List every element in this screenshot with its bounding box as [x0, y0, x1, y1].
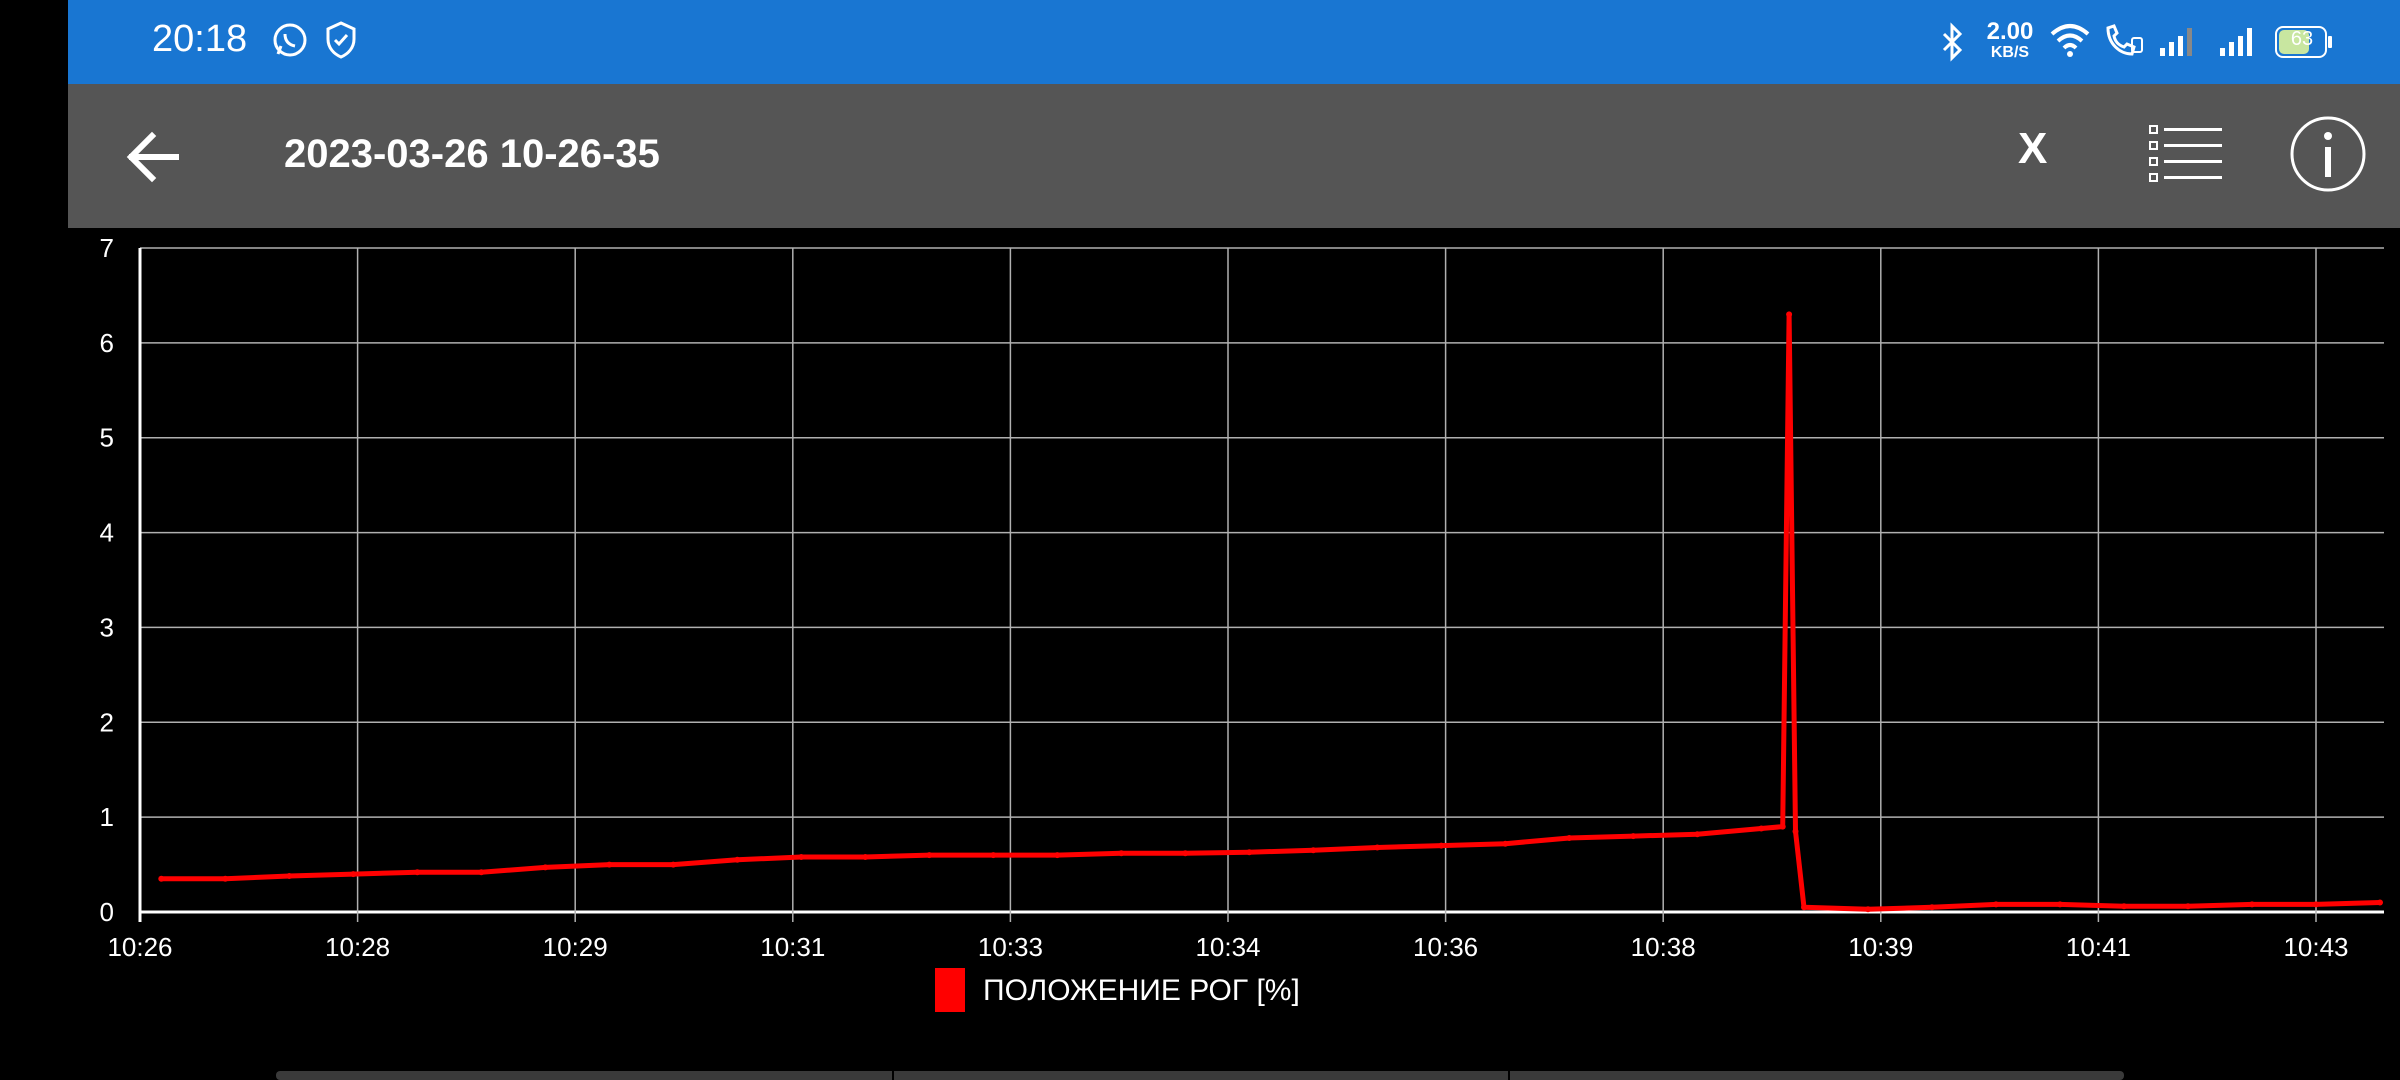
data-point — [734, 856, 741, 863]
arrow-back-icon — [126, 131, 179, 183]
series-line — [161, 311, 2381, 912]
y-tick-label: 1 — [100, 802, 114, 832]
x-tick-label: 10:33 — [978, 932, 1043, 962]
y-tick-label: 5 — [100, 423, 114, 453]
y-tick-label: 2 — [100, 707, 114, 737]
x-tick-label: 10:41 — [2066, 932, 2131, 962]
x-tick-label: 10:28 — [325, 932, 390, 962]
wifi-calling-icon — [2102, 20, 2146, 65]
data-point — [1758, 825, 1765, 832]
data-point — [2121, 903, 2127, 910]
data-point — [414, 869, 421, 876]
back-button[interactable] — [118, 122, 188, 192]
data-point — [478, 869, 485, 876]
data-point — [926, 852, 933, 859]
shield-check-icon — [324, 20, 358, 65]
data-point — [798, 854, 805, 860]
data-point — [1502, 840, 1509, 847]
data-point — [542, 864, 549, 871]
battery-level: 63 — [2290, 28, 2314, 50]
data-point — [670, 861, 677, 868]
data-point — [2185, 903, 2191, 910]
data-point — [1694, 831, 1701, 838]
y-tick-label: 4 — [100, 518, 114, 548]
data-point — [1566, 835, 1573, 841]
signal-icon — [2158, 20, 2198, 65]
data-point — [1786, 311, 1793, 318]
data-point — [350, 871, 357, 878]
data-point — [1865, 906, 1871, 913]
bluetooth-icon — [1938, 22, 1966, 67]
legend-label: ПОЛОЖЕНИЕ РОГ [%] — [983, 974, 1300, 1007]
list-icon — [2149, 125, 2222, 182]
chart-series-layer — [158, 311, 2383, 913]
status-time: 20:18 — [152, 18, 248, 60]
net-speed-unit: KB/S — [1990, 44, 2030, 61]
chart: 0 1 2 3 4 5 6 7 10:26 10:28 10:29 10:31 10:33 10:34 10… — [100, 233, 2384, 1012]
data-point — [862, 854, 869, 860]
chart-legend: ПОЛОЖЕНИЕ РОГ [%] — [935, 968, 1300, 1012]
data-point — [2249, 901, 2255, 908]
data-point — [606, 861, 613, 868]
x-tick-label: 10:26 — [107, 932, 172, 962]
x-tick-label: 10:34 — [1195, 932, 1260, 962]
data-point — [2313, 901, 2319, 908]
data-point — [1310, 847, 1317, 854]
status-bar: 20:18 2.00 KB/S 63 — [68, 0, 2400, 84]
x-tick-label: 10:38 — [1631, 932, 1696, 962]
data-point — [222, 875, 229, 882]
x-tick-label: 10:29 — [543, 932, 608, 962]
x-tick-label: 10:43 — [2283, 932, 2348, 962]
page-title: 2023-03-26 10-26-35 — [284, 132, 660, 176]
whatsapp-icon — [270, 20, 310, 65]
bottom-nav-handle — [276, 1071, 2124, 1080]
info-icon — [2290, 116, 2366, 192]
list-button[interactable] — [2148, 122, 2224, 186]
data-point — [1438, 842, 1445, 849]
data-point — [158, 875, 165, 882]
data-point — [1630, 833, 1637, 840]
data-point — [990, 852, 997, 859]
x-tick-label: 10:39 — [1848, 932, 1913, 962]
data-point — [286, 873, 293, 879]
data-point — [1929, 904, 1935, 911]
data-point — [1054, 852, 1061, 859]
data-point — [2377, 899, 2383, 906]
legend-swatch — [935, 968, 965, 1012]
data-point — [2057, 901, 2063, 908]
data-point — [1993, 901, 1999, 908]
x-button[interactable]: X — [2018, 124, 2047, 174]
y-tick-label: 3 — [100, 612, 114, 642]
x-tick-label: 10:31 — [760, 932, 825, 962]
data-point — [1779, 823, 1786, 830]
y-tick-label: 7 — [100, 233, 114, 263]
data-point — [1182, 850, 1189, 857]
data-point — [1792, 828, 1799, 835]
x-tick-label: 10:36 — [1413, 932, 1478, 962]
y-tick-label: 0 — [100, 897, 114, 927]
net-speed: 2.00 — [1986, 18, 2034, 45]
data-point — [1801, 904, 1807, 911]
data-point — [1374, 844, 1381, 851]
data-point — [1246, 849, 1253, 856]
info-button[interactable] — [2288, 114, 2368, 194]
data-point — [1118, 850, 1125, 857]
chart-grid — [138, 247, 2384, 922]
y-tick-label: 6 — [100, 328, 114, 358]
app-bar: 2023-03-26 10-26-35 X — [68, 84, 2400, 228]
signal-icon — [2218, 20, 2258, 65]
wifi-icon — [2048, 20, 2092, 65]
